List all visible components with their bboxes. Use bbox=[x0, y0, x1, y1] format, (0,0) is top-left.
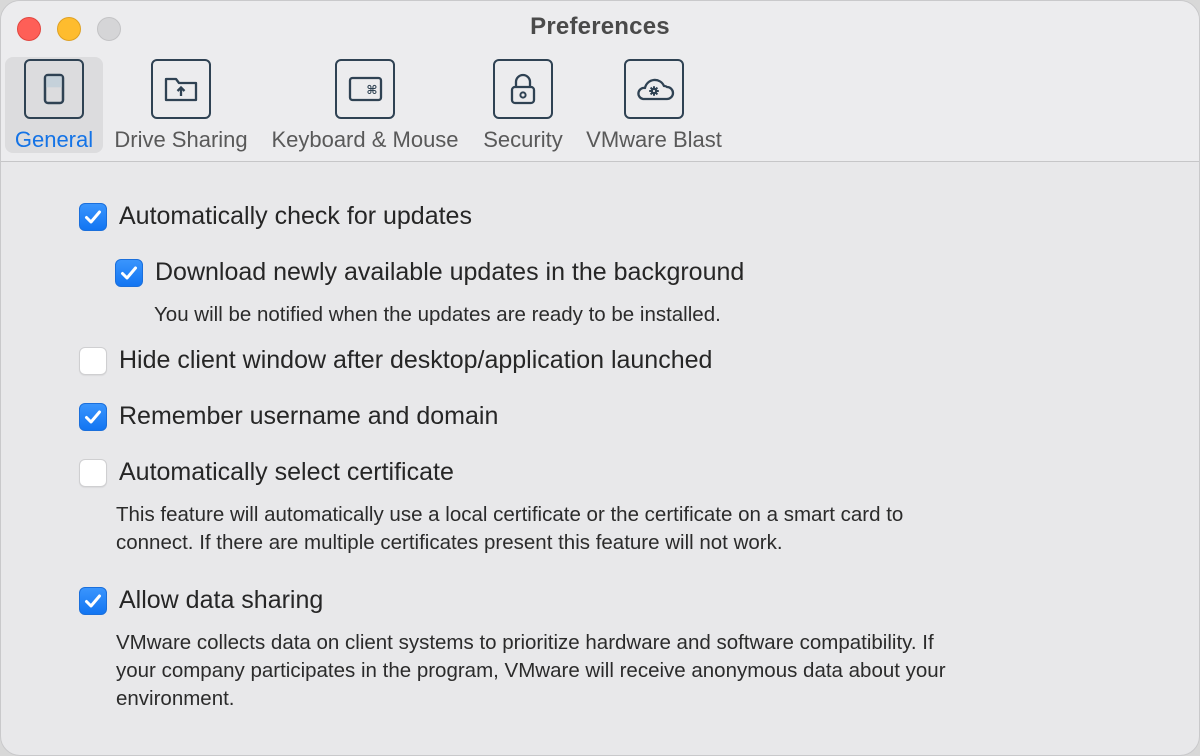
note-line: This feature will automatically use a lo… bbox=[116, 503, 904, 526]
remember-username-checkbox[interactable] bbox=[79, 402, 107, 431]
option-download-updates-background[interactable]: Download newly available updates in the … bbox=[115, 258, 744, 287]
note-line: connect. If there are multiple certifica… bbox=[116, 531, 783, 554]
remember-username-label: Remember username and domain bbox=[119, 402, 499, 430]
note-line: VMware collects data on client systems t… bbox=[116, 631, 934, 654]
hide-client-window-label: Hide client window after desktop/applica… bbox=[119, 346, 713, 374]
allow-data-sharing-checkbox[interactable] bbox=[79, 586, 107, 615]
tab-security-label: Security bbox=[483, 127, 563, 152]
tab-vmware-blast[interactable]: VMware Blast bbox=[575, 57, 733, 153]
general-switch-icon bbox=[24, 59, 84, 119]
preferences-toolbar: General Drive Sharing ⌘ Keyboard & Mouse… bbox=[5, 57, 733, 155]
tab-drive-sharing[interactable]: Drive Sharing bbox=[103, 57, 259, 153]
allow-data-sharing-note: VMware collects data on client systems t… bbox=[116, 629, 946, 713]
allow-data-sharing-label: Allow data sharing bbox=[119, 586, 324, 614]
option-remember-username[interactable]: Remember username and domain bbox=[79, 402, 498, 431]
auto-check-updates-checkbox[interactable] bbox=[79, 202, 107, 231]
preferences-window: Preferences General Drive Sharing ⌘ Keyb… bbox=[0, 0, 1200, 756]
note-line: environment. bbox=[116, 687, 235, 710]
auto-select-certificate-checkbox[interactable] bbox=[79, 458, 107, 487]
option-auto-check-updates[interactable]: Automatically check for updates bbox=[79, 202, 472, 231]
tab-keyboard-mouse-label: Keyboard & Mouse bbox=[271, 127, 459, 152]
tab-vmware-blast-label: VMware Blast bbox=[586, 127, 722, 152]
download-updates-background-checkbox[interactable] bbox=[115, 258, 143, 287]
option-allow-data-sharing[interactable]: Allow data sharing bbox=[79, 586, 323, 615]
tab-general-label: General bbox=[14, 127, 94, 152]
folder-upload-icon bbox=[151, 59, 211, 119]
keyboard-command-icon: ⌘ bbox=[335, 59, 395, 119]
auto-check-updates-label: Automatically check for updates bbox=[119, 202, 472, 230]
titlebar: Preferences General Drive Sharing ⌘ Keyb… bbox=[1, 1, 1199, 162]
auto-select-certificate-label: Automatically select certificate bbox=[119, 458, 454, 486]
svg-text:⌘: ⌘ bbox=[366, 83, 377, 97]
tab-drive-sharing-label: Drive Sharing bbox=[114, 127, 248, 152]
lock-icon bbox=[493, 59, 553, 119]
option-hide-client-window[interactable]: Hide client window after desktop/applica… bbox=[79, 346, 712, 375]
download-updates-background-label: Download newly available updates in the … bbox=[155, 258, 745, 286]
option-auto-select-certificate[interactable]: Automatically select certificate bbox=[79, 458, 454, 487]
hide-client-window-checkbox[interactable] bbox=[79, 346, 107, 375]
cloud-gear-icon bbox=[624, 59, 684, 119]
auto-select-certificate-note: This feature will automatically use a lo… bbox=[116, 501, 903, 557]
download-updates-note: You will be notified when the updates ar… bbox=[154, 303, 721, 326]
tab-security[interactable]: Security bbox=[471, 57, 575, 153]
window-title: Preferences bbox=[530, 13, 670, 40]
tab-keyboard-mouse[interactable]: ⌘ Keyboard & Mouse bbox=[259, 57, 471, 153]
note-line: your company participates in the program… bbox=[116, 659, 946, 682]
tab-general[interactable]: General bbox=[5, 57, 103, 153]
